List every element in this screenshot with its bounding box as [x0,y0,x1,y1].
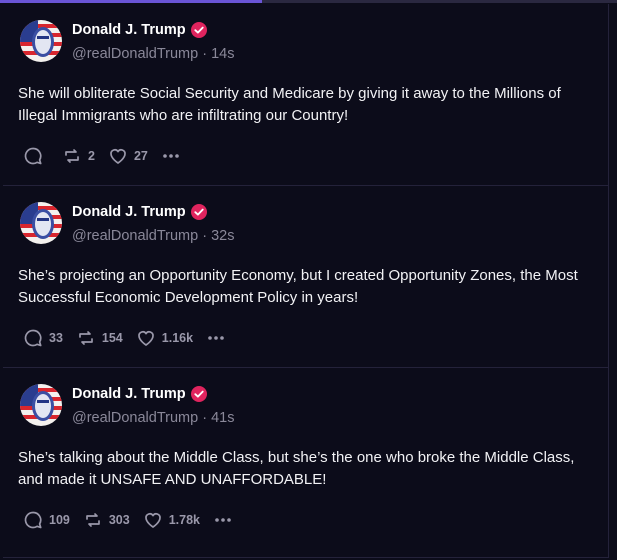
more-icon [206,328,226,348]
tab-indicator-active [0,0,262,3]
reply-button[interactable]: 109 [23,510,70,530]
post-actions: 2 27 [23,145,194,167]
reply-icon [23,510,43,530]
post-actions: 33 154 1.16k [23,327,239,349]
more-icon [161,146,181,166]
repost-button[interactable]: 2 [62,146,95,166]
separator: · [202,228,212,244]
more-button[interactable] [213,510,233,530]
post-time[interactable]: 14s [211,46,234,62]
verified-badge-icon [190,204,207,220]
author-name[interactable]: Donald J. Trump [72,204,186,220]
heart-icon [136,328,156,348]
repost-button[interactable]: 303 [83,510,130,530]
reply-count: 109 [49,513,70,527]
reply-button[interactable]: 33 [23,328,63,348]
reply-icon [23,328,43,348]
author-row: Donald J. Trump [72,204,207,220]
like-count: 27 [133,149,148,163]
post-text: She’s projecting an Opportunity Economy,… [18,267,578,306]
post-time[interactable]: 41s [211,410,234,426]
post[interactable]: Donald J. Trump @realDonaldTrump · 32s S… [3,186,609,368]
reply-button[interactable] [23,146,49,166]
author-name[interactable]: Donald J. Trump [72,22,186,38]
heart-icon [108,146,128,166]
like-button[interactable]: 1.78k [143,510,200,530]
more-icon [213,510,233,530]
reply-count: 33 [49,331,63,345]
repost-count: 154 [101,331,123,345]
repost-icon [83,510,103,530]
like-count: 1.16k [161,331,194,345]
separator: · [202,410,212,426]
author-row: Donald J. Trump [72,386,207,402]
handle-row: @realDonaldTrump · 14s [72,46,234,62]
more-button[interactable] [206,328,226,348]
author-row: Donald J. Trump [72,22,207,38]
reply-icon [23,146,43,166]
separator: · [202,46,212,62]
author-name[interactable]: Donald J. Trump [72,386,186,402]
feed: Donald J. Trump @realDonaldTrump · 14s S… [3,4,609,558]
verified-badge-icon [190,386,207,402]
avatar[interactable] [20,384,62,426]
post[interactable]: Donald J. Trump @realDonaldTrump · 41s S… [3,368,609,558]
repost-count: 303 [108,513,130,527]
repost-count: 2 [88,149,95,163]
handle-row: @realDonaldTrump · 32s [72,228,234,244]
handle-row: @realDonaldTrump · 41s [72,410,234,426]
post-text: She’s talking about the Middle Class, bu… [18,449,575,488]
author-handle[interactable]: @realDonaldTrump [72,228,198,244]
author-handle[interactable]: @realDonaldTrump [72,410,198,426]
avatar[interactable] [20,20,62,62]
more-button[interactable] [161,146,181,166]
like-count: 1.78k [168,513,200,527]
post[interactable]: Donald J. Trump @realDonaldTrump · 14s S… [3,4,609,186]
repost-button[interactable]: 154 [76,328,123,348]
like-button[interactable]: 1.16k [136,328,193,348]
verified-badge-icon [190,22,207,38]
avatar[interactable] [20,202,62,244]
repost-icon [62,146,82,166]
post-time[interactable]: 32s [211,228,234,244]
repost-icon [76,328,96,348]
like-button[interactable]: 27 [108,146,148,166]
post-actions: 109 303 1.78k [23,509,246,531]
author-handle[interactable]: @realDonaldTrump [72,46,198,62]
heart-icon [143,510,163,530]
post-text: She will obliterate Social Security and … [18,85,561,124]
